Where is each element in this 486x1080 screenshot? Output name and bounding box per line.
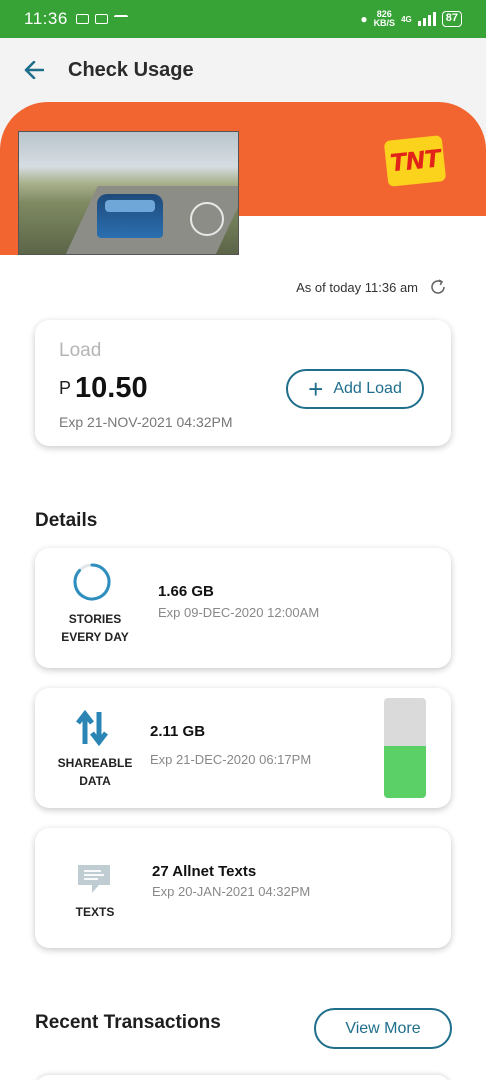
tnt-logo-text: TNT bbox=[388, 144, 442, 178]
refresh-icon[interactable] bbox=[428, 277, 448, 297]
detail-card-stories[interactable]: STORIES EVERY DAY 1.66 GB Exp 09-DEC-202… bbox=[35, 548, 451, 668]
detail-label: SHAREABLE DATA bbox=[36, 754, 154, 790]
currency-symbol: P bbox=[59, 378, 72, 398]
details-heading: Details bbox=[35, 510, 98, 531]
vpn-icon: ● bbox=[360, 12, 368, 26]
main-content: As of today 11:36 am Load P 10.50 Exp 21… bbox=[0, 255, 486, 1080]
detail-label-line1: SHAREABLE bbox=[57, 756, 133, 770]
detail-card-texts[interactable]: TEXTS 27 Allnet Texts Exp 20-JAN-2021 04… bbox=[35, 828, 451, 948]
detail-amount: 2.11 GB bbox=[150, 723, 206, 740]
chat-icon bbox=[75, 14, 89, 24]
progress-ring-icon bbox=[73, 563, 111, 601]
as-of-row: As of today 11:36 am bbox=[296, 277, 448, 297]
transfer-arrows-icon bbox=[76, 709, 108, 747]
key-icon bbox=[113, 15, 128, 23]
race-car-shape bbox=[97, 194, 163, 238]
back-button[interactable] bbox=[14, 50, 54, 90]
signal-icon bbox=[417, 12, 436, 26]
detail-card-shareable-data[interactable]: SHAREABLE DATA 2.11 GB Exp 21-DEC-2020 0… bbox=[35, 688, 451, 808]
app-header: Check Usage bbox=[0, 38, 486, 102]
detail-amount: 27 Allnet Texts bbox=[152, 863, 257, 880]
download-icon bbox=[94, 14, 108, 24]
detail-label: TEXTS bbox=[36, 903, 154, 921]
load-card: Load P 10.50 Exp 21-NOV-2021 04:32PM + A… bbox=[35, 320, 451, 446]
detail-expiry: Exp 21-DEC-2020 06:17PM bbox=[150, 752, 312, 767]
load-amount: 10.50 bbox=[75, 372, 148, 404]
back-arrow-icon bbox=[24, 61, 44, 79]
load-label: Load bbox=[59, 340, 102, 361]
hud-gauge bbox=[190, 202, 224, 236]
message-icon bbox=[78, 865, 110, 893]
network-type: 4G bbox=[401, 14, 412, 24]
detail-label-line2: EVERY DAY bbox=[61, 630, 129, 644]
battery-indicator: 87 bbox=[441, 11, 462, 27]
add-load-button[interactable]: + Add Load bbox=[286, 369, 424, 409]
data-remaining-meter bbox=[384, 698, 426, 798]
as-of-text: As of today 11:36 am bbox=[296, 279, 418, 295]
detail-label: STORIES EVERY DAY bbox=[36, 610, 154, 646]
page-title: Check Usage bbox=[68, 58, 194, 81]
network-speed-unit: KB/S bbox=[373, 18, 396, 28]
transaction-card-peek bbox=[35, 1075, 451, 1080]
view-more-button[interactable]: View More bbox=[314, 1008, 452, 1049]
load-expiry: Exp 21-NOV-2021 04:32PM bbox=[59, 414, 233, 430]
detail-label-line1: TEXTS bbox=[75, 905, 115, 919]
detail-label-line1: STORIES bbox=[68, 612, 122, 626]
detail-expiry: Exp 20-JAN-2021 04:32PM bbox=[152, 884, 311, 899]
status-time: 11:36 bbox=[24, 9, 68, 28]
add-load-label: Add Load bbox=[333, 380, 402, 397]
status-bar: 11:36 ● 826 KB/S 4G 87 bbox=[0, 0, 486, 38]
tnt-logo: TNT bbox=[383, 135, 447, 187]
promo-image[interactable] bbox=[18, 131, 239, 255]
detail-expiry: Exp 09-DEC-2020 12:00AM bbox=[158, 605, 320, 620]
detail-amount: 1.66 GB bbox=[158, 583, 214, 600]
detail-label-line2: DATA bbox=[79, 774, 111, 788]
network-speed: 826 KB/S bbox=[374, 10, 396, 28]
plus-icon: + bbox=[308, 374, 324, 404]
data-remaining-fill bbox=[384, 746, 426, 798]
recent-transactions-heading: Recent Transactions bbox=[35, 1012, 221, 1033]
